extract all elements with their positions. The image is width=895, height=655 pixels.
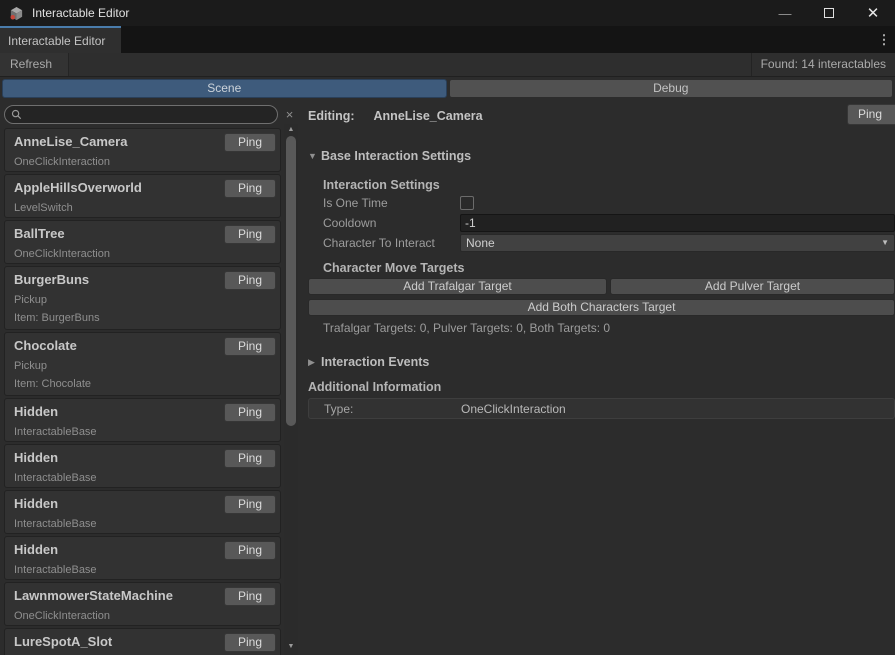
editor-panel: Ping Editing: AnneLise_Camera ▼ Base Int… [300, 100, 895, 655]
list-item[interactable]: Hidden Ping InteractableBase [4, 444, 281, 488]
item-type: OneClickInteraction [14, 610, 272, 622]
list-item[interactable]: LureSpotA_Slot Ping [4, 628, 281, 655]
dropdown-value: None [466, 236, 495, 250]
list-scrollbar[interactable]: ▲ ▼ [284, 124, 298, 655]
list-item[interactable]: Hidden Ping InteractableBase [4, 536, 281, 580]
item-detail: Item: BurgerBuns [14, 312, 272, 324]
refresh-button[interactable]: Refresh [0, 53, 69, 76]
item-type: InteractableBase [14, 426, 272, 438]
item-ping-button[interactable]: Ping [224, 633, 276, 652]
character-to-interact-row: Character To Interact None ▼ [308, 233, 895, 253]
mode-tabs: Scene Debug [2, 79, 893, 98]
minimize-button[interactable]: — [763, 0, 807, 26]
maximize-button[interactable] [807, 0, 851, 26]
list-item[interactable]: LawnmowerStateMachine Ping OneClickInter… [4, 582, 281, 626]
editing-row: Editing: AnneLise_Camera [308, 106, 895, 126]
item-type: OneClickInteraction [14, 248, 272, 260]
additional-information-header: Additional Information [308, 380, 895, 395]
close-button[interactable]: ✕ [851, 0, 895, 26]
item-ping-button[interactable]: Ping [224, 587, 276, 606]
item-ping-button[interactable]: Ping [224, 449, 276, 468]
toolbar: Refresh Found: 14 interactables [0, 53, 895, 77]
foldout-closed-icon: ▶ [308, 357, 321, 368]
item-type: InteractableBase [14, 472, 272, 484]
content-area: × AnneLise_Camera Ping OneClickInteracti… [0, 100, 895, 655]
add-trafalgar-target-button[interactable]: Add Trafalgar Target [308, 278, 607, 295]
editing-label: Editing: [308, 109, 355, 123]
search-clear-button[interactable]: × [281, 105, 298, 124]
item-ping-button[interactable]: Ping [224, 403, 276, 422]
item-type: Pickup [14, 294, 272, 306]
type-value: OneClickInteraction [461, 402, 566, 416]
scroll-down-icon[interactable]: ▼ [284, 641, 298, 653]
tab-label: Interactable Editor [8, 34, 105, 48]
title-bar: Interactable Editor — ✕ [0, 0, 895, 26]
list-item[interactable]: Hidden Ping InteractableBase [4, 490, 281, 534]
foldout-base-interaction-settings[interactable]: ▼ Base Interaction Settings [308, 148, 895, 164]
interactable-list: AnneLise_Camera Ping OneClickInteraction… [4, 128, 281, 655]
item-ping-button[interactable]: Ping [224, 179, 276, 198]
cooldown-row: Cooldown [308, 213, 895, 233]
scroll-up-icon[interactable]: ▲ [284, 124, 298, 136]
list-item[interactable]: Hidden Ping InteractableBase [4, 398, 281, 442]
item-ping-button[interactable]: Ping [224, 133, 276, 152]
editing-target-name: AnneLise_Camera [374, 109, 483, 123]
editing-ping-button[interactable]: Ping [847, 104, 895, 125]
maximize-icon [824, 8, 834, 18]
item-type: OneClickInteraction [14, 156, 272, 168]
tab-interactable-editor[interactable]: Interactable Editor [0, 26, 121, 53]
item-ping-button[interactable]: Ping [224, 541, 276, 560]
list-item[interactable]: Chocolate Ping Pickup Item: Chocolate [4, 332, 281, 396]
tab-scene[interactable]: Scene [2, 79, 447, 98]
item-ping-button[interactable]: Ping [224, 495, 276, 514]
add-target-buttons-row: Add Trafalgar Target Add Pulver Target [308, 278, 895, 295]
found-count-label: Found: 14 interactables [751, 53, 895, 76]
character-to-interact-label: Character To Interact [323, 236, 460, 250]
list-item[interactable]: BallTree Ping OneClickInteraction [4, 220, 281, 264]
foldout-interaction-events[interactable]: ▶ Interaction Events [308, 354, 895, 370]
item-type: InteractableBase [14, 518, 272, 530]
list-item[interactable]: AppleHillsOverworld Ping LevelSwitch [4, 174, 281, 218]
targets-summary: Trafalgar Targets: 0, Pulver Targets: 0,… [308, 321, 895, 336]
cooldown-label: Cooldown [323, 216, 460, 230]
item-type: Pickup [14, 360, 272, 372]
is-one-time-row: Is One Time [308, 193, 895, 213]
type-label: Type: [309, 402, 461, 416]
window-title: Interactable Editor [32, 6, 129, 20]
item-detail: Item: Chocolate [14, 378, 272, 390]
item-ping-button[interactable]: Ping [224, 337, 276, 356]
is-one-time-label: Is One Time [323, 196, 460, 210]
add-both-characters-target-button[interactable]: Add Both Characters Target [308, 299, 895, 316]
tab-context-menu-icon[interactable]: ⋮ [875, 26, 893, 53]
character-move-targets-header: Character Move Targets [308, 261, 895, 276]
item-type: LevelSwitch [14, 202, 272, 214]
add-pulver-target-button[interactable]: Add Pulver Target [610, 278, 895, 295]
app-cube-icon [9, 6, 24, 21]
item-ping-button[interactable]: Ping [224, 225, 276, 244]
interaction-settings-header: Interaction Settings [308, 178, 895, 193]
search-input[interactable] [4, 105, 278, 124]
scrollbar-thumb[interactable] [286, 136, 296, 426]
cooldown-input[interactable] [460, 214, 895, 232]
foldout-open-icon: ▼ [308, 151, 321, 161]
type-info-box: Type: OneClickInteraction [308, 398, 895, 419]
item-type: InteractableBase [14, 564, 272, 576]
dropdown-arrow-icon: ▼ [881, 235, 889, 251]
character-to-interact-dropdown[interactable]: None ▼ [460, 234, 895, 252]
tab-debug[interactable]: Debug [449, 79, 894, 98]
editor-tab-bar: Interactable Editor ⋮ [0, 26, 895, 53]
item-ping-button[interactable]: Ping [224, 271, 276, 290]
list-item[interactable]: AnneLise_Camera Ping OneClickInteraction [4, 128, 281, 172]
is-one-time-checkbox[interactable] [460, 196, 474, 210]
list-item[interactable]: BurgerBuns Ping Pickup Item: BurgerBuns [4, 266, 281, 330]
